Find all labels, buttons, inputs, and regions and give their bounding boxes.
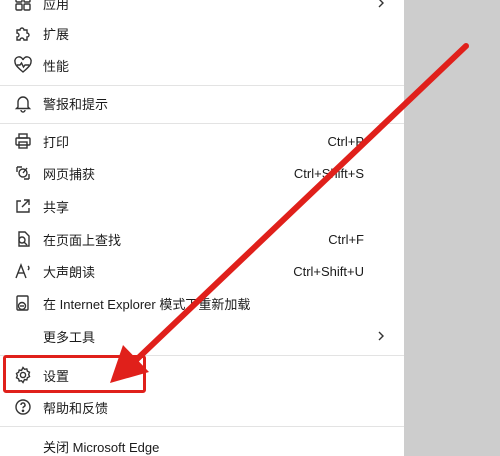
menu-item-close-edge-label: 关闭 Microsoft Edge xyxy=(43,439,160,455)
menu-item-read-aloud[interactable]: 大声朗读 Ctrl+Shift+U xyxy=(0,256,404,286)
menu-item-apps-label: 应用 xyxy=(43,0,70,12)
settings-highlight-box xyxy=(3,355,146,393)
menu-item-performance[interactable]: 性能 xyxy=(0,50,404,80)
menu-divider xyxy=(0,85,404,86)
menu-item-apps[interactable]: 应用 xyxy=(0,0,404,18)
menu-divider xyxy=(0,123,404,124)
menu-item-help[interactable]: 帮助和反馈 xyxy=(0,392,404,422)
heartbeat-icon xyxy=(12,54,34,76)
menu-item-extensions-label: 扩展 xyxy=(43,26,70,42)
find-icon xyxy=(12,228,34,250)
printer-icon xyxy=(12,130,34,152)
menu-item-print[interactable]: 打印 Ctrl+P xyxy=(0,126,404,156)
screenshot-stage: 应用 扩展 性能 警报和提示 打印 Ctrl+P 网页捕获 Ctrl+Shift… xyxy=(0,0,500,456)
menu-item-ie-mode[interactable]: 在 Internet Explorer 模式下重新加载 xyxy=(0,288,404,318)
puzzle-icon xyxy=(12,22,34,44)
menu-item-more-tools-label: 更多工具 xyxy=(43,329,96,345)
menu-item-find[interactable]: 在页面上查找 Ctrl+F xyxy=(0,224,404,254)
menu-item-alerts[interactable]: 警报和提示 xyxy=(0,88,404,118)
menu-item-web-capture[interactable]: 网页捕获 Ctrl+Shift+S xyxy=(0,158,404,188)
menu-item-alerts-label: 警报和提示 xyxy=(43,96,109,112)
menu-item-share-label: 共享 xyxy=(43,199,70,215)
shortcut-find: Ctrl+F xyxy=(328,231,364,247)
ie-icon xyxy=(12,292,34,314)
chevron-right-icon xyxy=(378,331,384,341)
help-icon xyxy=(12,396,34,418)
bell-icon xyxy=(12,92,34,114)
web-capture-icon xyxy=(12,162,34,184)
menu-item-read-aloud-label: 大声朗读 xyxy=(43,264,96,280)
share-icon xyxy=(12,195,34,217)
menu-item-close-edge[interactable]: 关闭 Microsoft Edge xyxy=(0,431,404,456)
shortcut-print: Ctrl+P xyxy=(327,133,364,149)
chevron-right-icon xyxy=(378,0,384,8)
shortcut-read-aloud: Ctrl+Shift+U xyxy=(293,263,364,279)
menu-item-ie-mode-label: 在 Internet Explorer 模式下重新加载 xyxy=(43,296,251,312)
menu-item-performance-label: 性能 xyxy=(43,58,70,74)
menu-item-print-label: 打印 xyxy=(43,134,70,150)
menu-item-find-label: 在页面上查找 xyxy=(43,232,122,248)
read-aloud-icon xyxy=(12,260,34,282)
menu-item-web-capture-label: 网页捕获 xyxy=(43,166,96,182)
menu-item-share[interactable]: 共享 xyxy=(0,191,404,221)
menu-item-help-label: 帮助和反馈 xyxy=(43,400,109,416)
apps-icon xyxy=(12,0,34,14)
menu-divider xyxy=(0,426,404,427)
menu-item-extensions[interactable]: 扩展 xyxy=(0,18,404,48)
shortcut-web-capture: Ctrl+Shift+S xyxy=(293,165,364,181)
menu-item-more-tools[interactable]: 更多工具 xyxy=(0,321,404,351)
